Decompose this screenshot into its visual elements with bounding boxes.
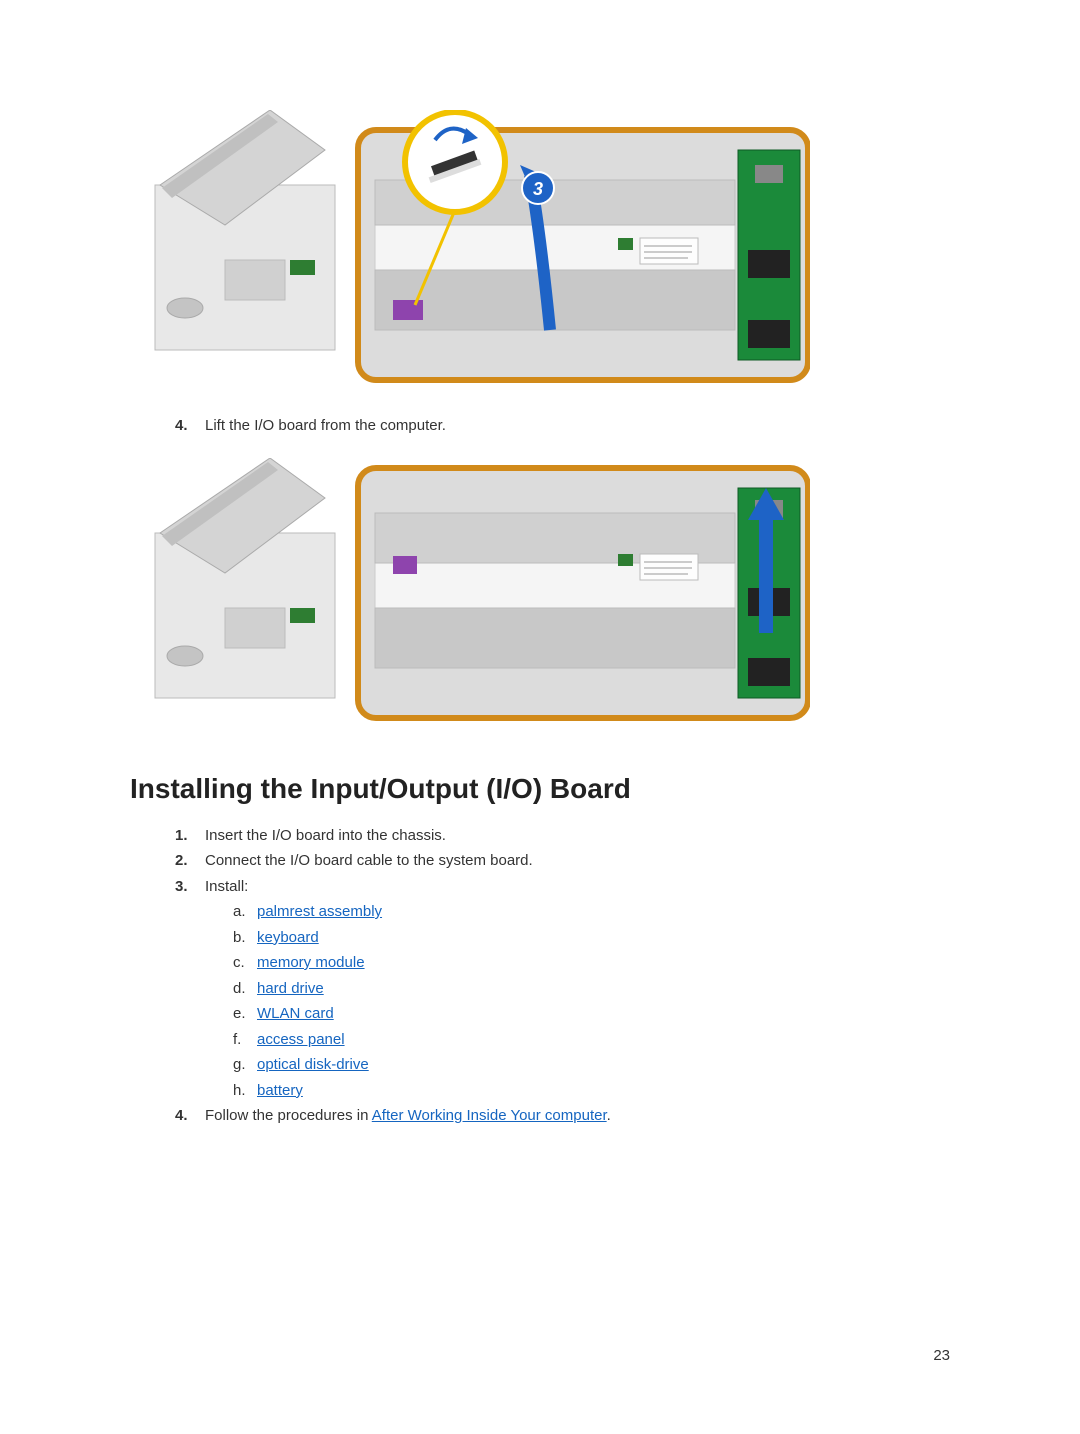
section-heading: Installing the Input/Output (I/O) Board — [130, 773, 950, 805]
substep-letter: a. — [233, 899, 257, 925]
step-text: Install: — [205, 878, 248, 895]
step-body: Install: a.palmrest assembly b.keyboard … — [205, 874, 950, 1104]
figure-remove-cable: 3 — [130, 110, 950, 390]
substep-letter: b. — [233, 925, 257, 951]
step-number: 4. — [175, 1103, 205, 1129]
substep-letter: d. — [233, 976, 257, 1002]
step-number: 4. — [175, 415, 205, 438]
substep-letter: e. — [233, 1001, 257, 1027]
step-number: 2. — [175, 848, 205, 874]
figure-lift-board — [130, 458, 950, 728]
substep-h: h.battery — [233, 1078, 950, 1104]
substep-letter: h. — [233, 1078, 257, 1104]
install-step-4: 4. Follow the procedures in After Workin… — [175, 1103, 950, 1129]
remove-step-4: 4. Lift the I/O board from the computer. — [175, 415, 950, 438]
install-step-2: 2. Connect the I/O board cable to the sy… — [175, 848, 950, 874]
substep-c: c.memory module — [233, 950, 950, 976]
link-memory-module[interactable]: memory module — [257, 954, 365, 971]
link-optical-disk-drive[interactable]: optical disk-drive — [257, 1056, 369, 1073]
step-body: Follow the procedures in After Working I… — [205, 1103, 950, 1129]
step-text: Insert the I/O board into the chassis. — [205, 823, 950, 849]
substep-a: a.palmrest assembly — [233, 899, 950, 925]
step-text-prefix: Follow the procedures in — [205, 1107, 372, 1124]
substep-f: f.access panel — [233, 1027, 950, 1053]
substep-b: b.keyboard — [233, 925, 950, 951]
substep-letter: g. — [233, 1052, 257, 1078]
page-number: 23 — [933, 1347, 950, 1364]
link-access-panel[interactable]: access panel — [257, 1031, 345, 1048]
install-step-3: 3. Install: a.palmrest assembly b.keyboa… — [175, 874, 950, 1104]
substep-letter: f. — [233, 1027, 257, 1053]
step-text: Connect the I/O board cable to the syste… — [205, 848, 950, 874]
substep-d: d.hard drive — [233, 976, 950, 1002]
step-number: 1. — [175, 823, 205, 849]
step-text-suffix: . — [607, 1107, 611, 1124]
step-number: 3. — [175, 874, 205, 1104]
install-step-1: 1. Insert the I/O board into the chassis… — [175, 823, 950, 849]
link-keyboard[interactable]: keyboard — [257, 929, 319, 946]
link-after-working-inside[interactable]: After Working Inside Your computer — [372, 1107, 607, 1124]
substep-e: e.WLAN card — [233, 1001, 950, 1027]
substep-g: g.optical disk-drive — [233, 1052, 950, 1078]
link-hard-drive[interactable]: hard drive — [257, 980, 324, 997]
install-steps-list: 1. Insert the I/O board into the chassis… — [175, 823, 950, 1129]
step-text: Lift the I/O board from the computer. — [205, 415, 950, 438]
install-substeps: a.palmrest assembly b.keyboard c.memory … — [233, 899, 950, 1103]
link-wlan-card[interactable]: WLAN card — [257, 1005, 334, 1022]
svg-text:3: 3 — [533, 179, 543, 199]
link-battery[interactable]: battery — [257, 1082, 303, 1099]
page-container: 3 4. Lift the I/O board from the compute… — [0, 0, 1080, 1434]
substep-letter: c. — [233, 950, 257, 976]
link-palmrest-assembly[interactable]: palmrest assembly — [257, 903, 382, 920]
